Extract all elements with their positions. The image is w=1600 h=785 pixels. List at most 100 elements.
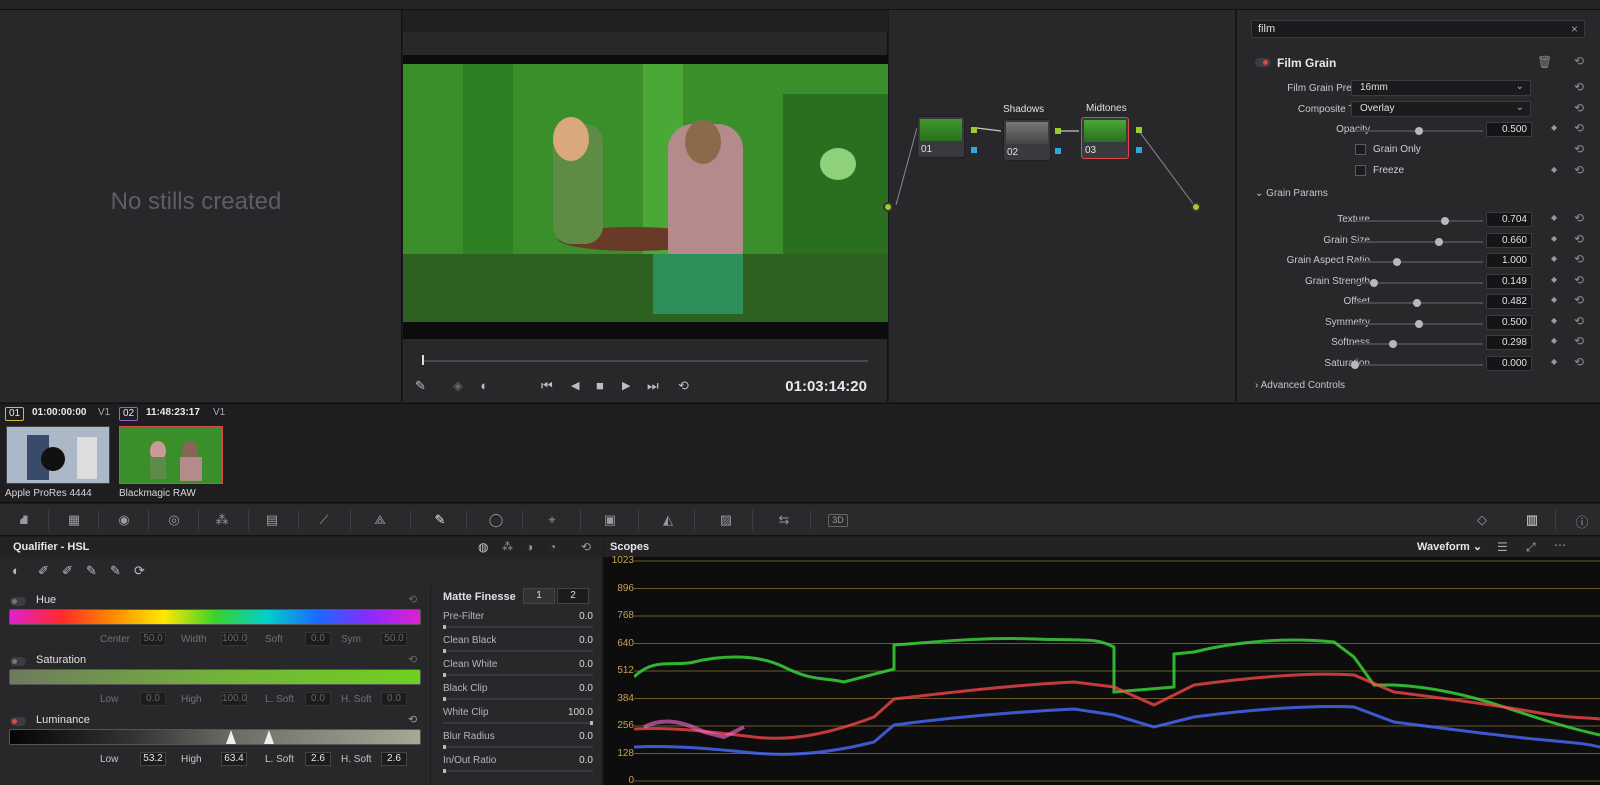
field-value[interactable]: 50.0: [140, 632, 166, 646]
matte-tab-1[interactable]: 1: [523, 588, 555, 604]
slider-knob[interactable]: [443, 673, 446, 677]
skip-to-end-button[interactable]: ⏭: [647, 378, 659, 394]
reset-icon[interactable]: ⟲: [1574, 355, 1584, 369]
viewer-frame[interactable]: [403, 55, 888, 339]
reset-icon[interactable]: ⟲: [1574, 211, 1584, 225]
keyframe-icon[interactable]: ◆: [1551, 254, 1557, 263]
magic-mask-icon[interactable]: ▣: [598, 512, 622, 528]
hsl-mode-icon[interactable]: ◍: [478, 540, 488, 554]
layers-icon[interactable]: ◈: [453, 378, 463, 394]
reset-icon[interactable]: ⟲: [581, 540, 591, 554]
node-01[interactable]: 01: [917, 116, 965, 158]
luminance-toggle[interactable]: [10, 717, 26, 726]
picker-minus-icon[interactable]: ✐: [38, 563, 49, 579]
param-value[interactable]: 0.482: [1486, 294, 1532, 309]
slider-knob[interactable]: [1415, 319, 1423, 328]
slider-knob[interactable]: [1412, 299, 1421, 307]
param-slider[interactable]: [1355, 237, 1483, 246]
saturation-bar[interactable]: [9, 669, 421, 685]
speaker-icon[interactable]: ◖: [479, 378, 487, 393]
trash-icon[interactable]: 🗑: [1537, 55, 1552, 69]
luma-mode-icon[interactable]: ◑: [526, 540, 533, 554]
keyframe-icon[interactable]: ◆: [1551, 123, 1557, 132]
info-icon[interactable]: ⓘ: [1570, 512, 1594, 530]
grain-params-section-header[interactable]: ⌄ Grain Params: [1255, 188, 1328, 199]
param-value[interactable]: 0.660: [1486, 232, 1532, 248]
reset-icon[interactable]: ⟲: [1574, 293, 1584, 307]
blur-icon[interactable]: ◭: [656, 512, 680, 528]
node-03[interactable]: 03: [1081, 117, 1129, 159]
slider-knob[interactable]: [1415, 127, 1423, 135]
composite-type-dropdown[interactable]: Overlay ⌄: [1351, 101, 1531, 117]
field-value[interactable]: 0.0: [579, 731, 593, 742]
slider-knob[interactable]: [590, 721, 593, 725]
opacity-value[interactable]: 0.500: [1486, 122, 1532, 137]
node-pin[interactable]: [1136, 127, 1142, 133]
scopes-icon[interactable]: ▥: [1520, 512, 1544, 528]
stop-button[interactable]: ■: [596, 378, 604, 393]
film-grain-presets-dropdown[interactable]: 16mm ⌄: [1351, 80, 1531, 96]
reset-icon[interactable]: ⟲: [1574, 232, 1584, 246]
color-warper-icon[interactable]: ⟁: [368, 512, 392, 528]
scope-settings-icon[interactable]: ☰: [1497, 540, 1508, 554]
field-value[interactable]: 100.0: [221, 692, 247, 706]
expand-icon[interactable]: ⤢: [1526, 540, 1536, 555]
param-value[interactable]: 0.149: [1486, 273, 1532, 289]
hdr-wheels-icon[interactable]: ◎: [162, 512, 186, 528]
motion-effects-icon[interactable]: ▤: [260, 512, 284, 528]
effects-search-input[interactable]: film ×: [1251, 20, 1585, 38]
field-value[interactable]: 0.0: [305, 692, 331, 706]
node-02[interactable]: 02: [1003, 119, 1051, 161]
keyframe-icon[interactable]: ◆: [1551, 234, 1557, 243]
matte-slider[interactable]: [443, 625, 593, 629]
matte-tab-2[interactable]: 2: [557, 588, 589, 604]
slider-knob[interactable]: [443, 769, 446, 773]
field-value[interactable]: 0.0: [579, 755, 593, 766]
field-value[interactable]: 63.4: [221, 752, 247, 766]
opacity-slider[interactable]: [1355, 127, 1483, 135]
param-value[interactable]: 0.704: [1486, 212, 1532, 227]
clip-thumbnail[interactable]: [6, 426, 110, 484]
color-wheels-icon[interactable]: ◉: [112, 512, 136, 528]
matte-slider[interactable]: [443, 745, 593, 749]
key-icon[interactable]: ▨: [714, 512, 738, 528]
feather-plus-icon[interactable]: ✎: [110, 563, 121, 579]
reset-icon[interactable]: ⟲: [408, 593, 417, 606]
slider-knob[interactable]: [443, 625, 446, 629]
qualifier-icon[interactable]: ✎: [428, 512, 452, 528]
3d-mode-icon[interactable]: ◔: [549, 540, 556, 554]
param-slider[interactable]: [1355, 217, 1483, 225]
node-pin[interactable]: [1136, 147, 1142, 153]
rgb-mode-icon[interactable]: ⁂: [502, 540, 513, 553]
keyframe-icon[interactable]: ◆: [1551, 165, 1557, 174]
node-pin[interactable]: [1055, 148, 1061, 154]
param-value[interactable]: 0.000: [1486, 355, 1532, 371]
field-value[interactable]: 0.0: [579, 635, 593, 646]
field-value[interactable]: 0.0: [579, 659, 593, 670]
scrub-playhead[interactable]: [422, 355, 424, 365]
field-value[interactable]: 0.0: [579, 611, 593, 622]
grain-only-checkbox[interactable]: [1355, 144, 1366, 155]
slider-knob[interactable]: [1435, 237, 1444, 246]
viewer-scrubber[interactable]: [422, 355, 868, 365]
node-editor-panel[interactable]: 01 Shadows 02 Midtones 03: [883, 10, 1236, 402]
slider-knob[interactable]: [443, 745, 446, 749]
high-handle[interactable]: [264, 730, 274, 744]
keyframes-icon[interactable]: ◇: [1470, 512, 1494, 528]
field-value[interactable]: 0.0: [305, 632, 331, 646]
color-match-icon[interactable]: ▦: [62, 512, 86, 528]
close-icon[interactable]: ×: [1571, 22, 1578, 36]
step-back-button[interactable]: ◀: [571, 379, 579, 392]
matte-slider[interactable]: [443, 769, 593, 773]
window-icon[interactable]: ◯: [484, 512, 508, 528]
field-value[interactable]: 100.0: [221, 632, 247, 646]
node-pin[interactable]: [971, 127, 977, 133]
field-value[interactable]: 50.0: [381, 632, 407, 646]
slider-knob[interactable]: [1441, 217, 1450, 225]
param-value[interactable]: 0.500: [1486, 314, 1532, 330]
slider-knob[interactable]: [443, 697, 446, 701]
keyframe-icon[interactable]: ◆: [1551, 357, 1557, 366]
invert-icon[interactable]: ⟳: [134, 563, 145, 579]
advanced-controls-section-header[interactable]: › Advanced Controls: [1255, 380, 1345, 391]
slider-knob[interactable]: [1393, 258, 1402, 266]
